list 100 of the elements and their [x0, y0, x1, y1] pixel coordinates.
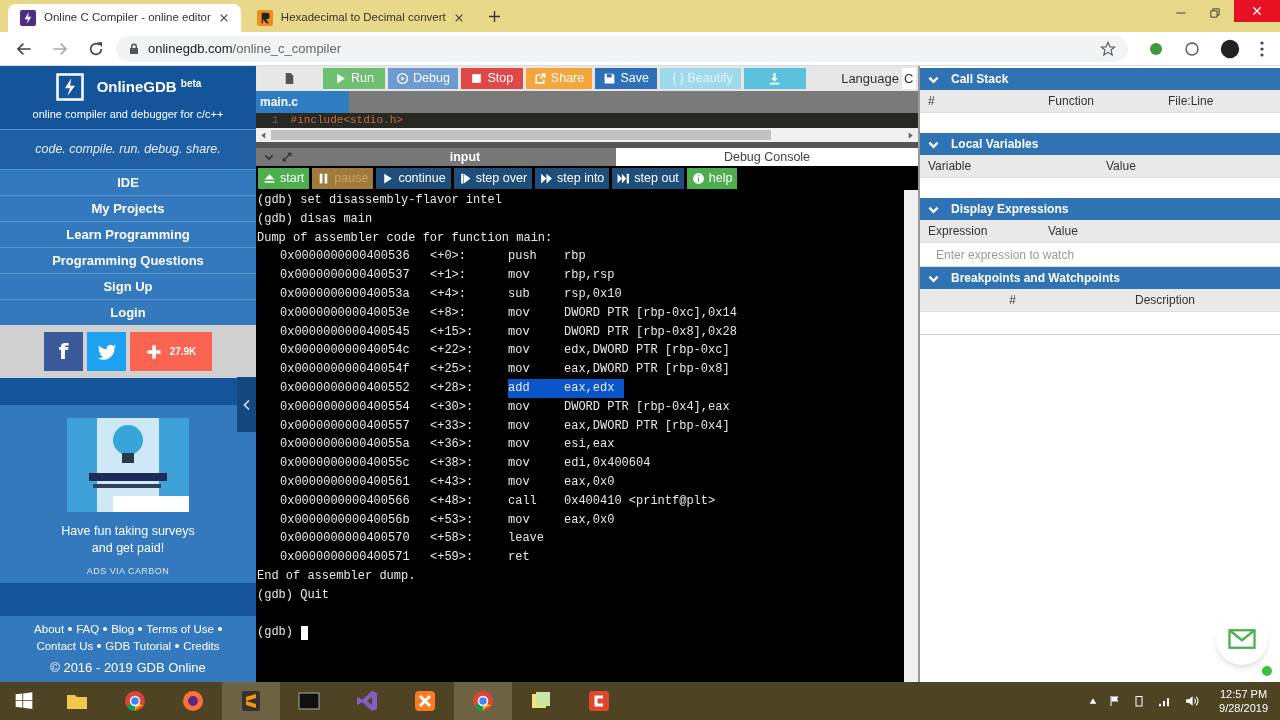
close-icon[interactable] — [453, 13, 464, 23]
address-field[interactable]: onlinegdb.com/online_c_compiler — [116, 35, 1128, 62]
address-text: 0x000000000040054f — [280, 361, 411, 379]
scroll-left-icon[interactable] — [260, 131, 267, 139]
console-control-button[interactable]: continue — [376, 167, 451, 189]
console-control-button[interactable]: step over — [453, 167, 533, 189]
offset-text: <+0>: — [430, 248, 467, 266]
offset-text: <+25>: — [430, 361, 475, 379]
offset-text: <+28>: — [430, 379, 475, 397]
instruction-text: ret — [508, 549, 531, 567]
text-cursor — [301, 625, 308, 640]
instruction-text: mov eax,0x0 — [508, 511, 615, 529]
browser-icon[interactable] — [471, 689, 495, 713]
reload-icon[interactable] — [88, 40, 104, 57]
nav-item[interactable]: Sign Up — [0, 273, 256, 299]
play-icon — [334, 72, 348, 85]
address-text: 0x0000000000400545 — [280, 323, 411, 341]
footer-link[interactable]: Contact Us — [36, 637, 94, 655]
panel-header[interactable]: Breakpoints and Watchpoints — [920, 267, 1280, 289]
file-tab[interactable]: main.c — [256, 91, 349, 113]
chevron-down-icon[interactable] — [264, 152, 274, 162]
scroll-right-icon[interactable] — [907, 131, 914, 139]
date-text: 9/28/2019 — [1219, 701, 1268, 715]
toolbar-button[interactable]: Debug — [388, 68, 458, 89]
expression-input[interactable]: Enter expression to watch — [920, 243, 1280, 267]
nav-item[interactable]: Programming Questions — [0, 247, 256, 273]
star-icon[interactable] — [1100, 40, 1116, 57]
back-arrow-icon[interactable] — [16, 40, 32, 57]
battery-icon[interactable] — [1133, 693, 1146, 709]
windows-start-icon[interactable] — [14, 691, 34, 711]
instruction-text: mov edi,0x400604 — [508, 455, 651, 473]
speaker-icon[interactable] — [1185, 694, 1200, 708]
panel-tab[interactable]: Debug Console — [616, 148, 918, 166]
nav-item[interactable]: Learn Programming — [0, 221, 256, 247]
panel-header[interactable]: Display Expressions — [920, 198, 1280, 220]
browser-icon[interactable] — [123, 689, 147, 713]
menu-icon[interactable] — [1260, 40, 1264, 57]
offset-text: <+15>: — [430, 323, 475, 341]
instruction-text: mov eax,DWORD PTR [rbp-0x8] — [508, 361, 730, 379]
footer-link[interactable]: GDB Tutorial — [105, 637, 172, 655]
ad-text[interactable]: Have fun taking surveys and get paid! — [53, 523, 203, 557]
console-control-button[interactable]: start — [258, 167, 310, 189]
address-text: 0x000000000040053e — [280, 304, 411, 322]
offset-text: <+38>: — [430, 455, 475, 473]
extension-icon[interactable] — [1148, 40, 1164, 57]
footer-link[interactable]: Blog — [111, 620, 135, 638]
offset-text: <+8>: — [430, 304, 467, 322]
instruction-text: mov esi,eax — [508, 436, 615, 454]
new-tab-icon[interactable] — [487, 9, 501, 23]
close-icon[interactable] — [218, 13, 229, 23]
offset-text: <+43>: — [430, 473, 475, 491]
caret-up-icon[interactable] — [1089, 697, 1098, 705]
offset-text: <+33>: — [430, 417, 475, 435]
column-header: File:Line — [1168, 93, 1214, 110]
xampp-icon[interactable] — [413, 689, 437, 713]
restore-icon[interactable] — [1210, 8, 1220, 18]
expand-icon[interactable] — [282, 152, 292, 162]
address-text: 0x0000000000400554 — [280, 398, 411, 416]
ad-credit[interactable]: ADS VIA CARBON — [86, 565, 170, 579]
facebook-button[interactable]: f — [44, 332, 83, 371]
console-line: (gdb) set disassembly-flavor intel — [257, 192, 502, 209]
share-count-button[interactable]: 27.9K — [130, 332, 212, 371]
language-select[interactable]: C — [902, 68, 916, 89]
panel-header[interactable]: Local Variables — [920, 133, 1280, 155]
skip-forward-icon — [617, 171, 631, 185]
nav-item[interactable]: My Projects — [0, 195, 256, 221]
footer-link[interactable]: Credits — [183, 637, 220, 655]
browser-tab[interactable]: Online C Compiler - online editor — [8, 4, 241, 32]
extension-icon[interactable] — [1184, 40, 1200, 57]
play-icon — [381, 171, 395, 185]
address-text: 0x000000000040055c — [280, 455, 411, 473]
footer-link[interactable]: Terms of Use — [146, 620, 214, 638]
code-line: #include<stdio.h> — [290, 115, 403, 126]
twitter-button[interactable] — [87, 332, 126, 371]
panel-header[interactable]: Call Stack — [920, 68, 1280, 90]
clock[interactable]: 12:57 PM 9/28/2019 — [1219, 687, 1268, 715]
editor-app-icon[interactable] — [239, 689, 263, 713]
address-text: 0x0000000000400566 — [280, 492, 411, 510]
column-header: Description — [1135, 292, 1195, 309]
tab-title: Hexadecimal to Decimal convert — [280, 10, 446, 26]
nav-item[interactable]: IDE — [0, 169, 256, 195]
terminal-icon[interactable] — [297, 689, 321, 713]
horizontal-scrollbar[interactable] — [256, 128, 918, 142]
message-button[interactable] — [1216, 613, 1268, 665]
instruction-text: mov DWORD PTR [rbp-0xc],0x14 — [508, 304, 737, 322]
lightning-icon — [20, 10, 36, 26]
console-control-button[interactable]: step out — [612, 167, 684, 189]
console-control-button[interactable]: step into — [535, 167, 610, 189]
toolbar-button[interactable]: Save — [595, 68, 658, 89]
console-control-button[interactable]: help — [686, 167, 738, 189]
recorder-icon[interactable] — [587, 689, 611, 713]
footer-link[interactable]: About — [34, 620, 65, 638]
browser-tab[interactable]: Hexadecimal to Decimal convert — [244, 4, 476, 32]
console-line: (gdb) Quit — [257, 586, 329, 604]
debug-console[interactable] — [256, 190, 918, 682]
profile-icon[interactable] — [1220, 38, 1240, 59]
instruction-text: mov DWORD PTR [rbp-0x4],eax — [508, 398, 730, 416]
footer-link[interactable]: FAQ — [76, 620, 100, 638]
column-header: Function — [1048, 93, 1095, 110]
toolbar-button[interactable]: Stop — [460, 68, 523, 89]
